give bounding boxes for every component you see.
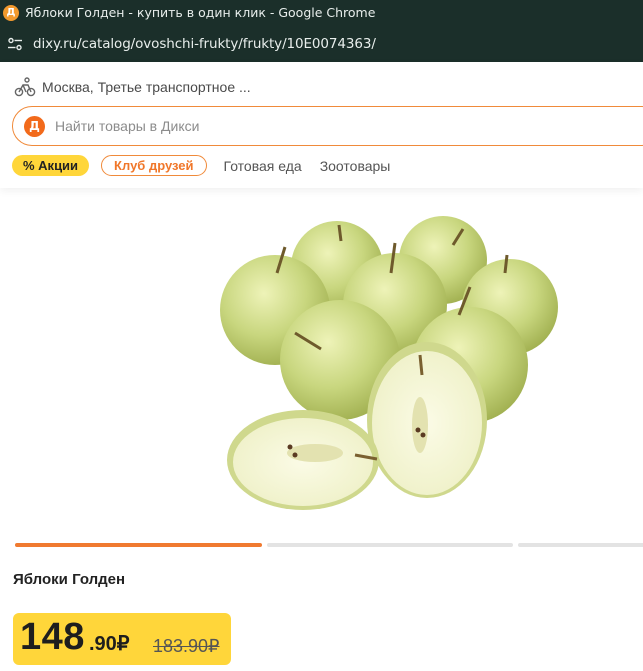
old-price: 183.90₽ bbox=[153, 636, 220, 656]
window-titlebar: Д Яблоки Голден - купить в один клик - G… bbox=[0, 0, 643, 25]
dixy-favicon-icon: Д bbox=[3, 4, 19, 21]
site-header: Москва, Третье транспортное ... Д % Акци… bbox=[0, 62, 643, 188]
search-box[interactable]: Д bbox=[12, 106, 643, 146]
category-friends-club-chip[interactable]: Клуб друзей bbox=[101, 155, 207, 176]
address-bar[interactable]: dixy.ru/catalog/ovoshchi-frukty/frukty/1… bbox=[0, 25, 643, 62]
category-ready-food-link[interactable]: Готовая еда bbox=[224, 158, 302, 174]
gallery-indicator-1[interactable] bbox=[15, 543, 262, 547]
price-integer: 148 bbox=[20, 616, 85, 658]
search-input[interactable] bbox=[55, 118, 455, 134]
price-badge: 148 .90₽ 183.90₽ bbox=[13, 613, 231, 665]
window-title: Яблоки Голден - купить в один клик - Goo… bbox=[25, 5, 376, 20]
courier-bike-icon bbox=[14, 77, 36, 97]
product-image[interactable] bbox=[215, 215, 565, 520]
category-nav: % Акции Клуб друзей Готовая еда Зоотовар… bbox=[12, 155, 390, 176]
price-decimal: .90₽ bbox=[89, 633, 130, 655]
gallery-indicator-3[interactable] bbox=[518, 543, 643, 547]
location-label: Москва, Третье транспортное ... bbox=[42, 79, 251, 95]
category-pet-goods-link[interactable]: Зоотовары bbox=[320, 158, 391, 174]
category-sale-chip[interactable]: % Акции bbox=[12, 155, 90, 176]
site-settings-icon[interactable] bbox=[5, 34, 25, 54]
delivery-location[interactable]: Москва, Третье транспортное ... bbox=[14, 76, 251, 98]
url-text[interactable]: dixy.ru/catalog/ovoshchi-frukty/frukty/1… bbox=[33, 36, 376, 52]
gallery-indicator-2[interactable] bbox=[267, 543, 513, 547]
dixy-logo-icon: Д bbox=[24, 115, 45, 137]
product-title: Яблоки Голден bbox=[13, 571, 126, 588]
